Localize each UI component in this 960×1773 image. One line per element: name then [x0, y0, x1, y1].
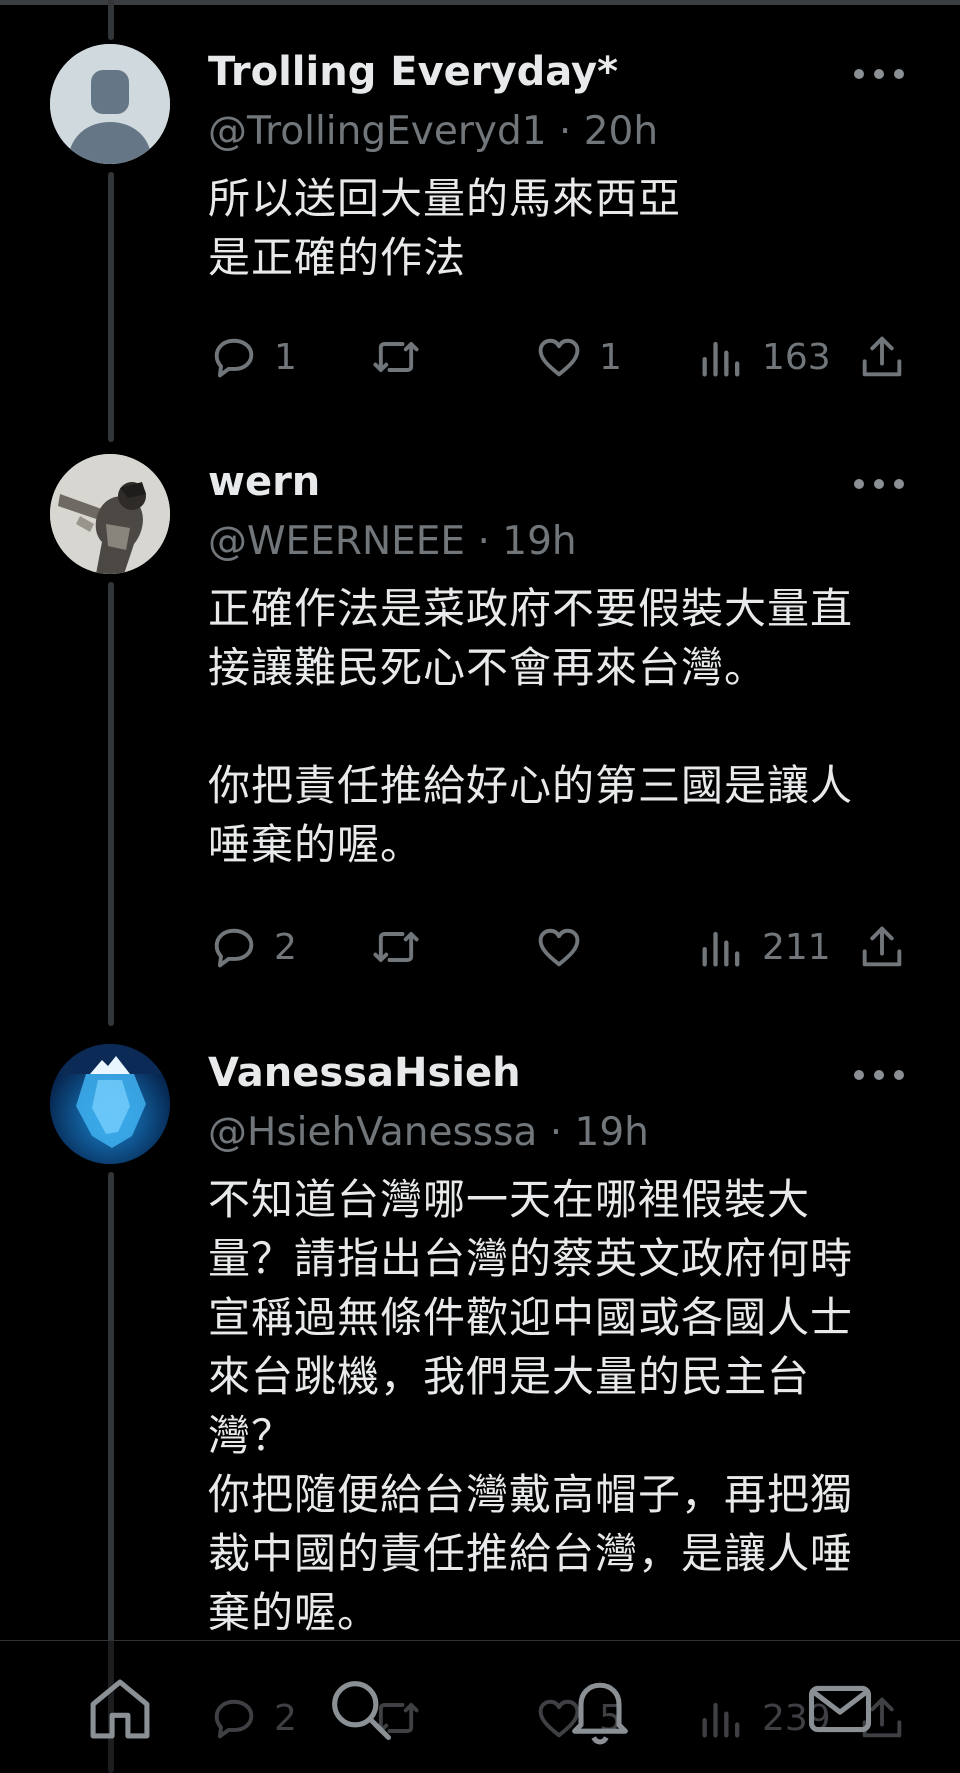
- reply-count: 1: [274, 336, 297, 378]
- tweet-actions: 1 1 163: [208, 327, 918, 387]
- avatar[interactable]: [50, 44, 170, 164]
- display-name[interactable]: wern: [208, 456, 320, 508]
- avatar[interactable]: [50, 454, 170, 574]
- nav-notifications[interactable]: [560, 1669, 640, 1749]
- reply-button[interactable]: 1: [208, 327, 297, 387]
- handle-line: @TrollingEveryd1 · 20h: [208, 106, 658, 158]
- tweet-text: 不知道台灣哪一天在哪裡假裝大 量？請指出台灣的蔡英文政府何時 宣稱過無條件歡迎中…: [208, 1175, 854, 1637]
- views-count: 211: [762, 926, 831, 968]
- display-name[interactable]: VanessaHsieh: [208, 1047, 521, 1099]
- heart-icon: [538, 928, 580, 967]
- views-count: 163: [762, 336, 831, 378]
- retweet-icon: [373, 932, 419, 962]
- retweet-button[interactable]: [370, 327, 436, 387]
- timestamp[interactable]: 19h: [575, 1110, 649, 1155]
- nav-search[interactable]: [320, 1669, 400, 1749]
- top-divider: [0, 0, 960, 5]
- tweet-text: 正確作法是菜政府不要假裝大量直 接讓難民死心不會再來台灣。 你把責任推給好心的第…: [208, 584, 854, 869]
- timestamp[interactable]: 20h: [584, 109, 658, 154]
- share-button[interactable]: [856, 327, 908, 387]
- avatar[interactable]: [50, 1044, 170, 1164]
- views-icon: [702, 341, 740, 377]
- more-options-icon[interactable]: [854, 474, 904, 494]
- display-name[interactable]: Trolling Everyday*: [208, 46, 618, 98]
- separator: ·: [549, 1110, 563, 1155]
- reply-icon: [214, 338, 254, 378]
- user-handle[interactable]: @WEERNEEE: [208, 519, 465, 564]
- like-count: 1: [599, 336, 622, 378]
- timestamp[interactable]: 19h: [502, 519, 576, 564]
- search-icon: [332, 1681, 392, 1741]
- user-handle[interactable]: @TrollingEveryd1: [208, 109, 547, 154]
- views-icon: [702, 931, 740, 967]
- thread-line: [108, 0, 114, 40]
- like-button[interactable]: [533, 917, 599, 977]
- share-button[interactable]: [856, 917, 908, 977]
- messages-icon: [808, 1685, 872, 1733]
- share-icon: [862, 926, 902, 967]
- share-icon: [862, 336, 902, 377]
- default-profile-icon: [50, 44, 170, 164]
- tweet-text: 所以送回大量的馬來西亞 是正確的作法: [208, 174, 682, 282]
- user-handle[interactable]: @HsiehVanesssa: [208, 1110, 537, 1155]
- like-button[interactable]: 1: [533, 327, 622, 387]
- heart-icon: [538, 338, 580, 377]
- retweet-button[interactable]: [370, 917, 436, 977]
- notifications-icon: [572, 1682, 628, 1745]
- armored-figure-icon: [50, 454, 170, 574]
- tweet-actions: 2 211: [208, 917, 918, 977]
- thread-line: [108, 582, 114, 1026]
- retweet-icon: [373, 342, 419, 372]
- thread-line: [108, 172, 114, 442]
- views-button[interactable]: 163: [696, 327, 831, 387]
- reply-button[interactable]: 2: [208, 917, 297, 977]
- timeline: Trolling Everyday* @TrollingEveryd1 · 20…: [0, 0, 960, 1773]
- views-button[interactable]: 211: [696, 917, 831, 977]
- handle-line: @HsiehVanesssa · 19h: [208, 1107, 649, 1159]
- separator: ·: [477, 519, 490, 564]
- handle-line: @WEERNEEE · 19h: [208, 516, 577, 568]
- iceberg-icon: [50, 1044, 170, 1164]
- more-options-icon[interactable]: [854, 1065, 904, 1085]
- nav-home[interactable]: [80, 1669, 160, 1749]
- reply-count: 2: [274, 926, 297, 968]
- home-icon: [90, 1679, 150, 1739]
- separator: ·: [558, 109, 572, 154]
- nav-messages[interactable]: [800, 1669, 880, 1749]
- more-options-icon[interactable]: [854, 64, 904, 84]
- bottom-nav: [0, 1640, 960, 1773]
- reply-icon: [214, 928, 254, 968]
